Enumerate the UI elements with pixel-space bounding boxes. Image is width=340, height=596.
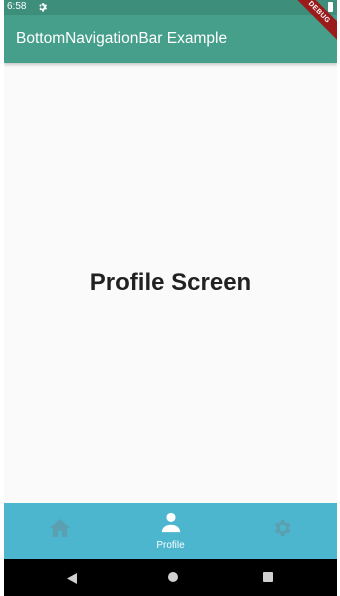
recents-icon[interactable] (263, 572, 273, 582)
status-time: 6:58 (7, 1, 27, 12)
screen-content: Profile Screen (4, 63, 337, 503)
nav-item-profile[interactable]: Profile (115, 503, 226, 559)
nav-item-settings[interactable] (226, 503, 337, 559)
screen-title: Profile Screen (89, 269, 252, 296)
home-circle-icon[interactable] (168, 572, 178, 582)
person-icon (160, 511, 182, 538)
app-bar-title: BottomNavigationBar Example (16, 30, 228, 47)
battery-icon (328, 2, 333, 12)
nav-item-home[interactable] (4, 503, 115, 559)
settings-icon (271, 517, 293, 544)
back-icon[interactable] (67, 571, 77, 589)
app-bar: BottomNavigationBar Example (4, 15, 337, 63)
status-bar: 6:58 (4, 0, 337, 15)
nav-item-label: Profile (156, 540, 185, 551)
gear-icon (38, 2, 48, 15)
home-icon (49, 518, 71, 543)
bottom-navigation-bar: Profile (4, 503, 337, 559)
system-navigation-bar (4, 559, 337, 596)
app-screen: 6:58 DEBUG BottomNavigationBar Example P… (4, 0, 337, 596)
